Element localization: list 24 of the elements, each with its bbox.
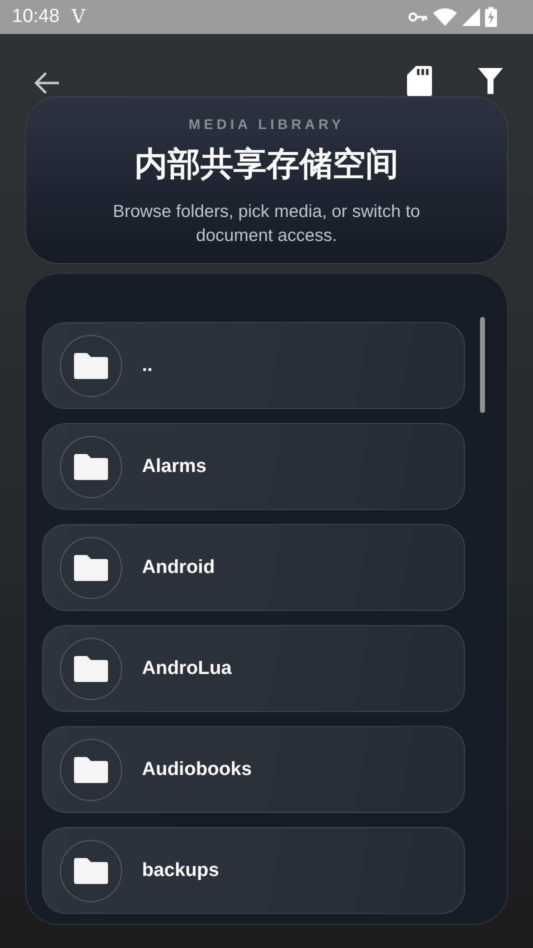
signal-icon [462, 8, 480, 26]
folder-item[interactable]: Alarms [42, 423, 465, 510]
filter-icon[interactable] [478, 68, 503, 94]
folder-icon [74, 656, 108, 682]
folder-icon [74, 554, 108, 580]
folder-icon [74, 858, 108, 884]
eyebrow-label: MEDIA LIBRARY [188, 116, 346, 132]
carrier-indicator: V [72, 6, 86, 28]
wifi-icon [433, 8, 457, 26]
folder-item[interactable]: Android [42, 524, 465, 611]
folder-icon [74, 756, 108, 782]
folder-item[interactable]: AndroLua [42, 625, 465, 712]
sd-card-icon[interactable] [407, 66, 432, 96]
battery-icon [485, 7, 497, 27]
folder-icon [74, 352, 108, 378]
status-time: 10:48 [12, 6, 60, 28]
folder-icon [74, 454, 108, 480]
key-icon [408, 12, 428, 22]
folder-item[interactable]: Audiobooks [42, 726, 465, 813]
description-text: Browse folders, pick media, or switch to document access. [112, 200, 422, 247]
folder-item[interactable]: .. [42, 322, 465, 409]
storage-title: 内部共享存储空间 [134, 143, 400, 185]
folder-item[interactable]: backups [42, 827, 465, 914]
back-arrow-icon[interactable] [34, 72, 60, 94]
